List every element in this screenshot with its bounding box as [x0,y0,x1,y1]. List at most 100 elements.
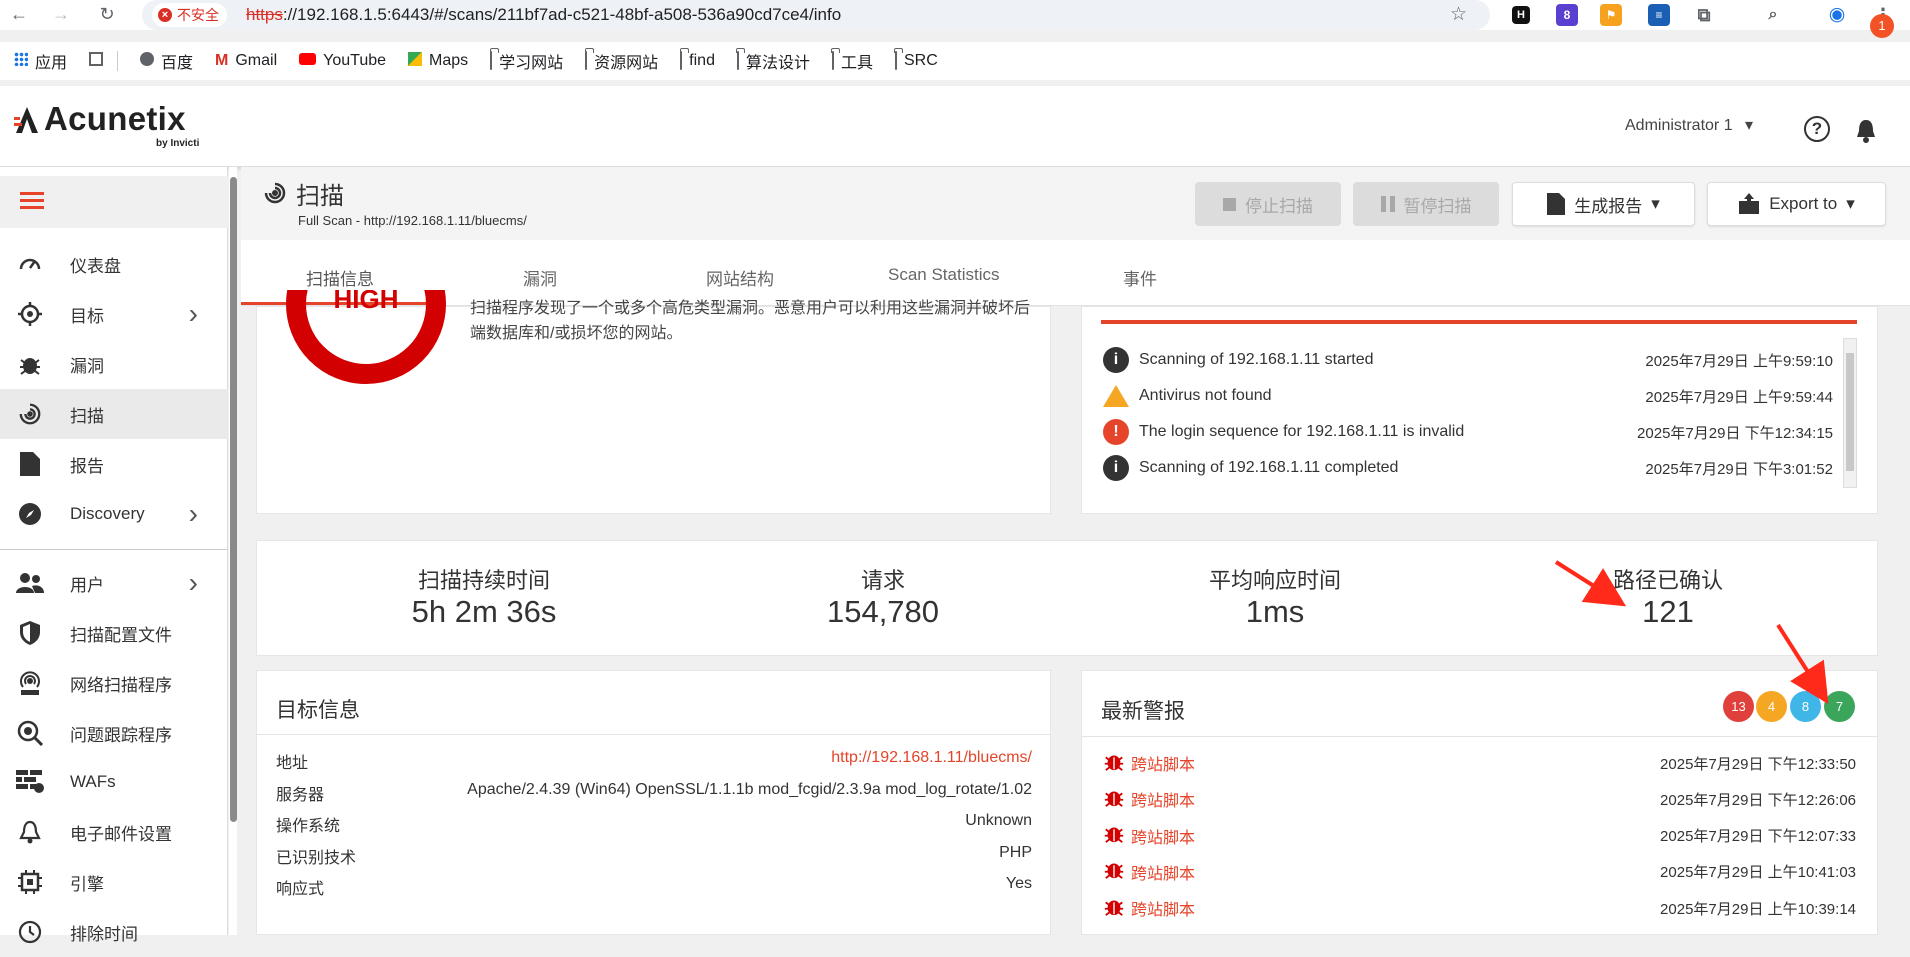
bookmark-item[interactable]: YouTube [299,52,386,70]
activity-scrollbar-thumb[interactable] [1846,353,1854,471]
bookmark-item[interactable]: 算法设计 [736,49,810,73]
target-info-label: 地址 [276,755,309,772]
folder-icon [736,51,739,70]
help-icon[interactable]: ? [1804,116,1830,142]
sidebar-item-label: Discovery [70,504,145,523]
notification-bell-icon[interactable] [1854,118,1878,144]
alert-item[interactable]: 跨站脚本 2025年7月29日 下午12:07:33 [1103,822,1856,850]
chevron-right-icon: › [188,567,198,598]
tab-scan-info[interactable]: 扫描信息 [306,265,374,290]
generate-report-button[interactable]: 生成报告 ▾ [1512,182,1695,226]
export-button[interactable]: Export to ▾ [1707,182,1886,226]
target-address-link[interactable]: http://192.168.1.11/bluecms/ [831,749,1032,767]
severity-count-badge[interactable]: 4 [1756,691,1787,722]
user-menu[interactable]: Administrator 1 ▾ [1625,115,1753,135]
tab-events[interactable]: 事件 [1123,265,1157,290]
activity-item: Antivirus not found 2025年7月29日 上午9:59:44 [1103,378,1833,414]
sidebar-item-label: 电子邮件设置 [70,824,172,844]
alert-item[interactable]: 跨站脚本 2025年7月29日 上午10:39:14 [1103,894,1856,922]
bookmark-item[interactable]: 学习网站 [490,49,563,73]
warning-icon: × [158,8,172,22]
activity-scrollbar[interactable] [1843,338,1857,488]
target-info-row: 响应式 Yes [276,875,1032,899]
user-name: Administrator 1 [1625,117,1733,134]
bookmark-item[interactable]: 资源网站 [585,49,658,73]
severity-count-badge[interactable]: 7 [1824,691,1855,722]
sidebar-item-network-scanner[interactable]: 网络扫描程序 [0,658,228,708]
extension-shield-icon[interactable]: 8 [1556,4,1578,26]
bookmark-star-icon[interactable]: ☆ [1450,3,1467,26]
target-info-label: 响应式 [276,881,325,898]
alert-name[interactable]: 跨站脚本 [1131,896,1195,920]
bookmark-label: 学习网站 [499,55,564,72]
target-info-row: 已识别技术 PHP [276,844,1032,868]
severity-count-badge[interactable]: 8 [1790,691,1821,722]
tab-scan-statistics[interactable]: Scan Statistics [888,265,1000,285]
pause-icon [1380,196,1395,212]
target-info-divider [256,734,1051,735]
sidebar-item-scan-radar[interactable]: 扫描 [0,389,228,439]
bookmark-item[interactable]: find [680,51,715,70]
back-icon[interactable]: ← [8,3,30,25]
security-chip[interactable]: × 不安全 [152,3,227,27]
tab-vulnerabilities[interactable]: 漏洞 [523,265,557,290]
activity-item: ! The login sequence for 192.168.1.11 is … [1103,414,1833,450]
alert-item[interactable]: 跨站脚本 2025年7月29日 上午10:41:03 [1103,858,1856,886]
sidebar-item-report[interactable]: 报告 [0,439,228,489]
alert-name[interactable]: 跨站脚本 [1131,824,1195,848]
activity-text: Scanning of 192.168.1.11 completed [1139,459,1399,476]
sidebar-toggle[interactable] [0,176,228,228]
alert-item[interactable]: 跨站脚本 2025年7月29日 下午12:33:50 [1103,749,1856,777]
target-info-value: PHP [999,843,1032,861]
bookmark-item[interactable]: 百度 [140,49,193,73]
sidebar-scrollbar-thumb[interactable] [230,177,237,822]
bookmark-item[interactable]: 应用 [14,49,67,73]
tab-site-structure[interactable]: 网站结构 [706,265,774,290]
alert-name[interactable]: 跨站脚本 [1131,751,1195,775]
bell-icon [16,818,44,846]
forward-icon[interactable]: → [50,3,72,25]
alert-timestamp: 2025年7月29日 上午10:41:03 [1660,864,1856,882]
extension-card-icon[interactable]: ≡ [1648,4,1670,26]
stop-scan-button[interactable]: 停止扫描 [1195,182,1341,226]
activity-progress-bar [1101,320,1857,324]
alert-timestamp: 2025年7月29日 下午12:26:06 [1660,791,1856,809]
sidebar-item-label: 仪表盘 [70,256,121,276]
sidebar-item-engine[interactable]: 引擎 [0,857,228,907]
bookmark-item[interactable]: 工具 [831,49,873,73]
browser-toolbar: ← → ↻ × 不安全 https://192.168.1.5:6443/#/s… [0,0,1910,30]
bookmark-item[interactable]: SRC [895,51,938,70]
sidebar-item-label: 网络扫描程序 [70,675,172,695]
sidebar-item-users[interactable]: 用户 › [0,558,228,608]
extensions-puzzle-icon[interactable]: ⧉ [1693,4,1715,26]
sidebar-item-label: 引擎 [70,874,104,894]
tab-search-icon[interactable]: ⌕ [1762,4,1784,26]
sidebar-item-clock[interactable]: 排除时间 [0,907,228,957]
extension-h-icon[interactable]: H [1512,6,1530,24]
reload-icon[interactable]: ↻ [96,3,118,25]
extension-blocker-icon[interactable]: ⚑ [1600,4,1622,26]
sidebar-item-dashboard[interactable]: 仪表盘 [0,239,228,289]
pause-scan-button[interactable]: 暂停扫描 [1353,182,1499,226]
url-text[interactable]: https://192.168.1.5:6443/#/scans/211bf7a… [246,5,841,25]
bookmark-item[interactable]: Maps [408,51,468,71]
profile-icon[interactable]: ◉ [1826,4,1848,26]
sidebar-item-target[interactable]: 目标 › [0,289,228,339]
sidebar-item-compass[interactable]: Discovery › [0,489,228,539]
alert-item[interactable]: 跨站脚本 2025年7月29日 下午12:26:06 [1103,785,1856,813]
stat-value: 5h 2m 36s [411,594,557,629]
bookmark-label: 百度 [161,55,194,72]
alert-name[interactable]: 跨站脚本 [1131,860,1195,884]
bookmark-item[interactable]: M Gmail [215,52,277,70]
severity-count-badge[interactable]: 13 [1723,691,1754,722]
bookmark-item[interactable] [89,51,104,71]
sidebar-item-bell[interactable]: 电子邮件设置 [0,807,228,857]
sidebar-item-bug[interactable]: 漏洞 [0,339,228,389]
sidebar-item-issue-tracker[interactable]: 问题跟踪程序 [0,708,228,758]
logo-mark-icon [14,107,38,133]
alert-name[interactable]: 跨站脚本 [1131,787,1195,811]
sidebar-item-waf[interactable]: WAFs [0,757,228,807]
scan-radar-icon [264,182,286,204]
bookmarks-bar: 应用 百度 M Gmail YouTube Maps 学习网站 资源网站 find 算法设计 工具 S… [0,42,1910,80]
sidebar-item-shield[interactable]: 扫描配置文件 [0,608,228,658]
